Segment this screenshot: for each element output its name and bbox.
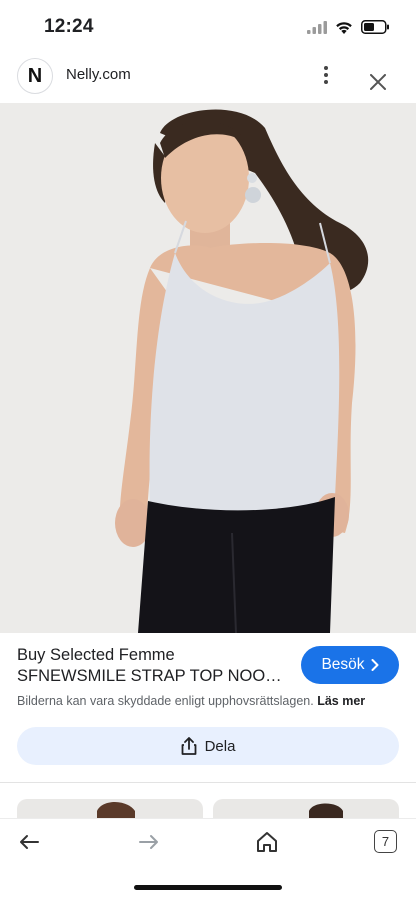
status-icons — [307, 19, 390, 35]
back-button[interactable] — [14, 827, 44, 857]
share-button-label: Dela — [204, 737, 236, 755]
share-button[interactable]: Dela — [17, 727, 399, 765]
product-title-line1: Buy Selected Femme — [17, 646, 175, 664]
arrow-left-icon — [20, 835, 39, 849]
home-icon — [257, 832, 277, 852]
related-image-illustration — [309, 803, 343, 819]
related-image[interactable] — [213, 799, 399, 819]
status-bar: 12:24 — [0, 0, 416, 52]
copyright-notice-text: Bilderna kan vara skyddade enligt upphov… — [17, 694, 314, 708]
product-title[interactable]: Buy Selected Femme SFNEWSMILE STRAP TOP … — [17, 645, 289, 687]
share-icon — [181, 737, 196, 755]
more-vertical-icon — [324, 66, 328, 84]
section-divider — [0, 782, 416, 783]
forward-button[interactable] — [134, 827, 164, 857]
product-image[interactable] — [0, 103, 416, 633]
related-images-row — [0, 799, 416, 819]
image-viewer-page: 12:24 N Nelly.com Buy Selected Femme SFN… — [0, 0, 416, 900]
status-time: 12:24 — [44, 16, 94, 37]
related-image-illustration — [97, 802, 135, 819]
model-illustration — [0, 103, 416, 633]
related-image[interactable] — [17, 799, 203, 819]
visit-button-label: Besök — [321, 656, 365, 673]
arrow-right-icon — [139, 835, 158, 849]
close-button[interactable] — [364, 68, 392, 96]
visit-button[interactable]: Besök — [301, 646, 399, 684]
product-info: Buy Selected Femme SFNEWSMILE STRAP TOP … — [0, 633, 416, 783]
close-icon — [370, 74, 386, 90]
product-title-line2: SFNEWSMILE STRAP TOP NOO… — [17, 667, 282, 685]
wifi-icon — [336, 21, 352, 34]
tab-switcher-button[interactable]: 7 — [374, 830, 397, 853]
copyright-notice: Bilderna kan vara skyddade enligt upphov… — [17, 694, 365, 708]
site-name[interactable]: Nelly.com — [66, 66, 131, 83]
read-more-link[interactable]: Läs mer — [317, 694, 365, 708]
cellular-signal-icon — [307, 20, 327, 34]
chevron-right-icon — [371, 659, 379, 671]
home-button[interactable] — [252, 827, 282, 857]
home-indicator — [134, 885, 282, 890]
site-header: N Nelly.com — [0, 52, 416, 104]
site-favicon: N — [17, 58, 53, 94]
battery-icon — [361, 20, 389, 34]
more-options-button[interactable] — [316, 62, 336, 88]
